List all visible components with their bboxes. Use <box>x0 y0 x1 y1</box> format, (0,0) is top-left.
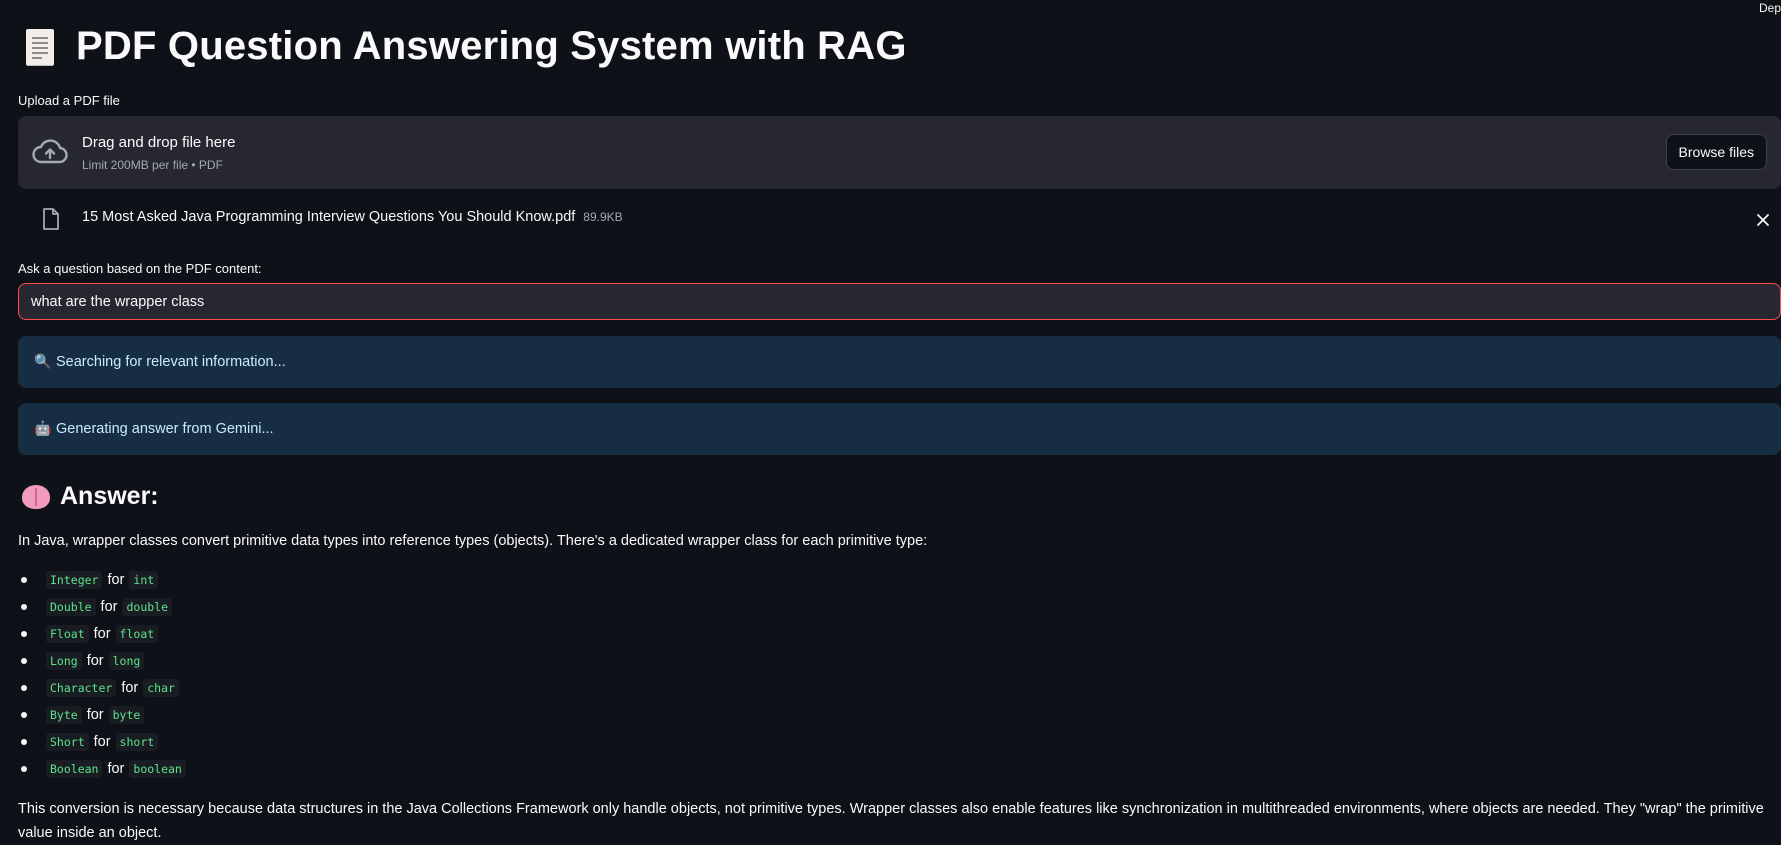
wrapper-type: Byte <box>46 705 82 724</box>
list-item: Double for double <box>18 593 186 620</box>
cloud-upload-icon <box>32 139 68 164</box>
wrapper-type: Double <box>46 597 96 616</box>
magnifying-glass-icon: 🔍 <box>34 354 52 370</box>
wrapper-type: Boolean <box>46 759 103 778</box>
primitive-type: int <box>129 570 159 589</box>
wrapper-type: Float <box>46 624 89 643</box>
primitive-type: char <box>143 678 179 697</box>
upload-label: Upload a PDF file <box>18 93 120 108</box>
generating-status-text: Generating answer from Gemini... <box>56 421 274 437</box>
question-input[interactable] <box>18 283 1781 320</box>
connector-text: for <box>107 571 125 588</box>
answer-heading-text: Answer: <box>60 482 159 510</box>
connector-text: for <box>107 760 125 777</box>
connector-text: for <box>93 625 111 642</box>
robot-icon: 🤖 <box>34 421 52 437</box>
file-name-text: 15 Most Asked Java Programming Interview… <box>82 209 576 225</box>
generating-status: 🤖 Generating answer from Gemini... <box>18 403 1781 455</box>
primitive-type: byte <box>108 705 145 724</box>
close-icon[interactable] <box>1753 210 1773 230</box>
dropzone-instructions: Drag and drop file here <box>82 134 236 151</box>
searching-status-text: Searching for relevant information... <box>56 354 286 370</box>
wrapper-type: Short <box>46 732 89 751</box>
file-size: 89.9KB <box>583 210 623 224</box>
brain-icon <box>22 484 50 509</box>
answer-heading: Answer: <box>22 482 159 511</box>
wrapper-type: Integer <box>46 570 103 589</box>
file-icon <box>43 208 59 230</box>
wrapper-class-list: Integer for int Double for double Float for fl… <box>18 566 186 782</box>
page-facing-up-icon <box>26 28 54 65</box>
primitive-type: short <box>115 732 159 751</box>
list-item: Byte for byte <box>18 701 186 728</box>
list-item: Integer for int <box>18 566 186 593</box>
question-label: Ask a question based on the PDF content: <box>18 261 262 276</box>
deploy-button[interactable]: Dep <box>1759 1 1781 15</box>
connector-text: for <box>93 733 111 750</box>
answer-conclusion: This conversion is necessary because dat… <box>18 801 1764 841</box>
browse-files-button[interactable]: Browse files <box>1665 134 1767 170</box>
list-item: Boolean for boolean <box>18 755 186 782</box>
primitive-type: double <box>122 597 173 616</box>
list-item: Float for float <box>18 620 186 647</box>
searching-status: 🔍 Searching for relevant information... <box>18 336 1781 388</box>
page-header: PDF Question Answering System with RAG <box>26 24 907 69</box>
page-title: PDF Question Answering System with RAG <box>76 24 907 68</box>
connector-text: for <box>86 652 104 669</box>
uploaded-file-row: 15 Most Asked Java Programming Interview… <box>18 206 1781 234</box>
wrapper-type: Long <box>46 651 82 670</box>
connector-text: for <box>86 706 104 723</box>
list-item: Long for long <box>18 647 186 674</box>
list-item: Character for char <box>18 674 186 701</box>
list-item: Short for short <box>18 728 186 755</box>
file-dropzone[interactable]: Drag and drop file here Limit 200MB per … <box>18 116 1781 189</box>
uploaded-file-name: 15 Most Asked Java Programming Interview… <box>82 209 623 225</box>
connector-text: for <box>100 598 118 615</box>
answer-intro: In Java, wrapper classes convert primiti… <box>18 533 928 549</box>
wrapper-type: Character <box>46 678 117 697</box>
primitive-type: boolean <box>129 759 186 778</box>
dropzone-limit: Limit 200MB per file • PDF <box>82 158 223 172</box>
primitive-type: float <box>115 624 159 643</box>
connector-text: for <box>121 679 139 696</box>
primitive-type: long <box>108 651 145 670</box>
